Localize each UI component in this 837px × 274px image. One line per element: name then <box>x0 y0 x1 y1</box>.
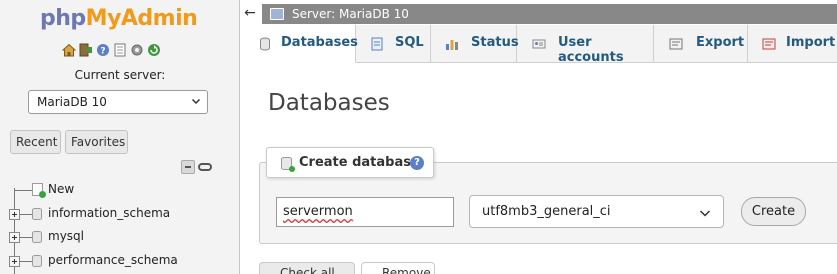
navigation-panel: phpMyAdmin ? Current server: MariaDB 10 … <box>0 0 240 274</box>
logo-php: php <box>40 6 86 31</box>
database-tree: New information_schema mysql performance… <box>0 178 240 272</box>
create-database-label: Create database <box>299 155 420 170</box>
database-icon <box>32 231 42 243</box>
tab-label: SQL <box>395 35 424 50</box>
tab-import[interactable]: Import <box>748 25 837 63</box>
expand-icon[interactable] <box>9 255 20 267</box>
create-database-icon <box>281 157 295 172</box>
tree-controls <box>181 160 212 174</box>
tab-label: Import <box>786 35 836 50</box>
logo-myadmin: MyAdmin <box>85 6 198 31</box>
tree-item-label: New <box>48 182 75 196</box>
tree-item-label: information_schema <box>48 205 171 220</box>
main-tabs: Databases SQL Status User accounts Expor… <box>242 25 837 65</box>
tab-databases[interactable]: Databases <box>242 25 358 63</box>
collapse-all-icon[interactable] <box>181 160 195 174</box>
tab-label: Status <box>471 35 519 50</box>
import-icon <box>762 37 776 51</box>
tree-line <box>20 260 32 262</box>
sql-icon <box>370 37 384 51</box>
chevron-down-icon <box>191 95 201 105</box>
server-breadcrumb[interactable]: Server: MariaDB 10 <box>292 7 409 21</box>
remove-tab[interactable]: Remove <box>361 262 435 274</box>
help-icon[interactable]: ? <box>410 156 424 170</box>
nav-icon-row: ? <box>61 43 161 57</box>
tree-line <box>20 213 32 215</box>
tab-label: Export <box>696 35 745 50</box>
collapse-navigation-button[interactable]: ← <box>241 4 259 22</box>
chevron-down-icon <box>699 207 711 217</box>
export-icon <box>669 37 683 51</box>
user-accounts-icon <box>532 37 546 51</box>
tab-label: User accounts <box>558 35 624 65</box>
reload-icon[interactable] <box>147 43 161 57</box>
tree-item-label: mysql <box>48 229 84 243</box>
new-database-icon <box>32 183 46 198</box>
current-server-label: Current server: <box>74 68 166 82</box>
database-icon <box>32 254 42 267</box>
tab-label: Databases <box>281 35 358 50</box>
page-title: Databases <box>268 90 390 116</box>
tab-user-accounts[interactable]: User accounts <box>517 25 654 65</box>
favorites-button[interactable]: Favorites <box>65 130 128 154</box>
status-icon <box>445 37 459 51</box>
tree-item-mysql[interactable]: mysql <box>0 225 240 249</box>
tree-line <box>20 237 32 238</box>
create-button[interactable]: Create <box>741 197 806 226</box>
tree-item-new[interactable]: New <box>0 178 240 202</box>
settings-icon[interactable] <box>130 43 144 57</box>
database-icon <box>32 207 42 220</box>
help-icon[interactable]: ? <box>96 43 110 57</box>
server-select[interactable]: MariaDB 10 <box>28 90 208 114</box>
tab-status[interactable]: Status <box>431 25 519 63</box>
expand-icon[interactable] <box>9 208 20 220</box>
server-select-value: MariaDB 10 <box>37 95 107 109</box>
server-icon <box>270 8 284 20</box>
database-name-input[interactable]: servermon <box>276 197 454 227</box>
create-database-legend: Create database ? <box>266 147 434 178</box>
server-breadcrumb-bar: Server: MariaDB 10 <box>262 4 837 24</box>
phpmyadmin-logo[interactable]: phpMyAdmin <box>40 6 198 31</box>
svg-text:?: ? <box>100 47 105 57</box>
collation-select-value: utf8mb3_general_ci <box>482 204 611 219</box>
recent-button[interactable]: Recent <box>10 130 61 154</box>
check-all-tab[interactable]: Check all <box>259 262 355 274</box>
tab-sql[interactable]: SQL <box>356 25 431 63</box>
logout-icon[interactable] <box>79 43 93 57</box>
tree-item-performance-schema[interactable]: performance_schema <box>0 249 240 273</box>
tree-line <box>14 190 32 191</box>
tab-export[interactable]: Export <box>654 25 748 63</box>
expand-icon[interactable] <box>9 232 20 243</box>
database-icon <box>258 37 272 51</box>
docs-icon[interactable] <box>113 43 127 57</box>
tree-item-information-schema[interactable]: information_schema <box>0 202 240 226</box>
tree-item-label: performance_schema <box>48 252 178 267</box>
home-icon[interactable] <box>61 43 77 57</box>
link-icon[interactable] <box>198 163 212 171</box>
collation-select[interactable]: utf8mb3_general_ci <box>469 195 724 228</box>
